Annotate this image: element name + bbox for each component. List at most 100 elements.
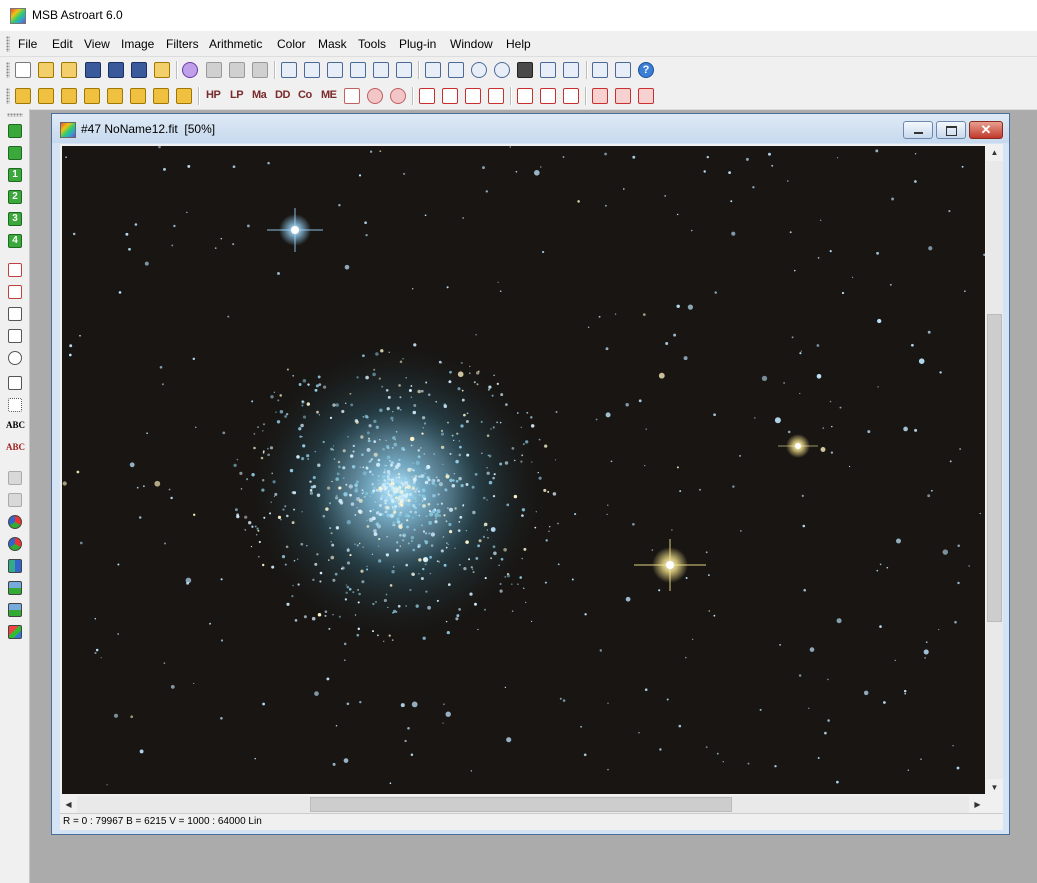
profile-icon[interactable] bbox=[8, 329, 22, 343]
browse-icon[interactable] bbox=[154, 62, 170, 78]
gray-tool-2-icon[interactable] bbox=[8, 493, 22, 507]
d-icon[interactable] bbox=[84, 88, 100, 104]
open-folder-icon[interactable] bbox=[61, 62, 77, 78]
bars-icon[interactable] bbox=[344, 88, 360, 104]
menu-plugin[interactable]: Plug-in bbox=[399, 37, 436, 51]
scroll-right-arrow-icon[interactable]: ▶ bbox=[969, 796, 986, 813]
pattern-icon[interactable] bbox=[390, 88, 406, 104]
border-icon[interactable] bbox=[488, 88, 504, 104]
gray-tool-icon[interactable] bbox=[8, 471, 22, 485]
plus-icon[interactable] bbox=[130, 88, 146, 104]
level-icon[interactable] bbox=[327, 62, 343, 78]
menu-tools[interactable]: Tools bbox=[358, 37, 386, 51]
grid3-icon[interactable] bbox=[638, 88, 654, 104]
function-icon[interactable] bbox=[176, 88, 192, 104]
menu-color[interactable]: Color bbox=[277, 37, 306, 51]
photometry-icon[interactable] bbox=[373, 62, 389, 78]
menu-filters[interactable]: Filters bbox=[166, 37, 199, 51]
color-balance-icon[interactable] bbox=[8, 515, 22, 529]
horizontal-scrollbar[interactable]: ◀ ▶ bbox=[60, 796, 986, 813]
slot-3-button[interactable]: 3 bbox=[8, 212, 22, 226]
rotate-icon[interactable] bbox=[442, 88, 458, 104]
help-icon[interactable]: ? bbox=[638, 62, 654, 78]
menu-file[interactable]: File bbox=[18, 37, 37, 51]
minimize-button[interactable] bbox=[903, 121, 933, 139]
image-window-titlebar[interactable]: #47 NoName12.fit [50%] ✕ bbox=[52, 114, 1009, 143]
refresh-icon[interactable] bbox=[182, 62, 198, 78]
magnifier-icon[interactable] bbox=[8, 351, 22, 365]
image-canvas[interactable] bbox=[62, 146, 985, 794]
menu-view[interactable]: View bbox=[84, 37, 110, 51]
color-combine-icon[interactable] bbox=[8, 537, 22, 551]
menu-edit[interactable]: Edit bbox=[52, 37, 73, 51]
small-window-icon[interactable] bbox=[425, 62, 441, 78]
grip-icon[interactable] bbox=[6, 36, 10, 52]
subtract-icon[interactable] bbox=[38, 88, 54, 104]
resize-icon[interactable] bbox=[465, 88, 481, 104]
grip-icon[interactable] bbox=[7, 113, 23, 117]
histogram-icon[interactable] bbox=[304, 62, 320, 78]
rgb-icon[interactable] bbox=[8, 559, 22, 573]
vertical-scroll-thumb[interactable] bbox=[987, 314, 1002, 622]
paste-icon[interactable] bbox=[252, 62, 268, 78]
co-filter-button[interactable]: Co bbox=[298, 89, 312, 101]
scroll-up-arrow-icon[interactable]: ▲ bbox=[986, 144, 1003, 161]
zoom-in-icon[interactable] bbox=[471, 62, 487, 78]
mirror-icon[interactable] bbox=[540, 88, 556, 104]
menu-image[interactable]: Image bbox=[121, 37, 154, 51]
text-tool-icon[interactable]: ABC bbox=[6, 420, 25, 434]
multiply-icon[interactable] bbox=[153, 88, 169, 104]
shift-icon[interactable] bbox=[563, 88, 579, 104]
monitor-icon[interactable] bbox=[517, 62, 533, 78]
circle-icon[interactable] bbox=[350, 62, 366, 78]
me-filter-button[interactable]: ME bbox=[321, 89, 337, 101]
horizontal-scroll-thumb[interactable] bbox=[310, 797, 732, 812]
ma-filter-button[interactable]: Ma bbox=[252, 89, 267, 101]
vertical-scrollbar[interactable]: ▲ ▼ bbox=[986, 144, 1003, 796]
measure-icon[interactable] bbox=[8, 307, 22, 321]
close-button[interactable]: ✕ bbox=[969, 121, 1003, 139]
slot-1-button[interactable]: 1 bbox=[8, 168, 22, 182]
select-icon[interactable] bbox=[8, 398, 22, 412]
grid-icon[interactable] bbox=[592, 88, 608, 104]
grid2-icon[interactable] bbox=[615, 88, 631, 104]
play-icon[interactable] bbox=[8, 146, 22, 160]
star-add-icon[interactable] bbox=[8, 285, 22, 299]
info-icon[interactable] bbox=[281, 62, 297, 78]
gradient-icon[interactable] bbox=[8, 603, 22, 617]
add-icon[interactable] bbox=[15, 88, 31, 104]
slot-4-button[interactable]: 4 bbox=[8, 234, 22, 248]
stop-icon[interactable] bbox=[8, 124, 22, 138]
sum-icon[interactable] bbox=[396, 62, 412, 78]
align-icon[interactable] bbox=[592, 62, 608, 78]
hp-filter-button[interactable]: HP bbox=[206, 89, 221, 101]
zoom-out-icon[interactable] bbox=[494, 62, 510, 78]
equals-icon[interactable] bbox=[61, 88, 77, 104]
layers-icon[interactable] bbox=[8, 625, 22, 639]
stack-icon[interactable] bbox=[615, 62, 631, 78]
dd-filter-button[interactable]: DD bbox=[275, 89, 290, 101]
save-all-icon[interactable] bbox=[131, 62, 147, 78]
star-tool-icon[interactable] bbox=[8, 263, 22, 277]
curve-icon[interactable] bbox=[8, 581, 22, 595]
crop-icon[interactable] bbox=[419, 88, 435, 104]
menu-arithmetic[interactable]: Arithmetic bbox=[209, 37, 262, 51]
new-icon[interactable] bbox=[15, 62, 31, 78]
scroll-down-arrow-icon[interactable]: ▼ bbox=[986, 779, 1003, 796]
text-delete-icon[interactable]: ABC bbox=[6, 442, 25, 456]
lp-filter-button[interactable]: LP bbox=[230, 89, 244, 101]
save-as-icon[interactable] bbox=[108, 62, 124, 78]
grip-icon[interactable] bbox=[6, 62, 10, 78]
flip-icon[interactable] bbox=[517, 88, 533, 104]
scroll-left-arrow-icon[interactable]: ◀ bbox=[60, 796, 77, 813]
menu-mask[interactable]: Mask bbox=[318, 37, 347, 51]
save-icon[interactable] bbox=[85, 62, 101, 78]
menu-window[interactable]: Window bbox=[450, 37, 493, 51]
slot-2-button[interactable]: 2 bbox=[8, 190, 22, 204]
graph-icon[interactable] bbox=[8, 376, 22, 390]
dots-icon[interactable] bbox=[367, 88, 383, 104]
grip-icon[interactable] bbox=[6, 88, 10, 104]
large-window-icon[interactable] bbox=[448, 62, 464, 78]
menu-help[interactable]: Help bbox=[506, 37, 531, 51]
fit-screen-icon[interactable] bbox=[563, 62, 579, 78]
